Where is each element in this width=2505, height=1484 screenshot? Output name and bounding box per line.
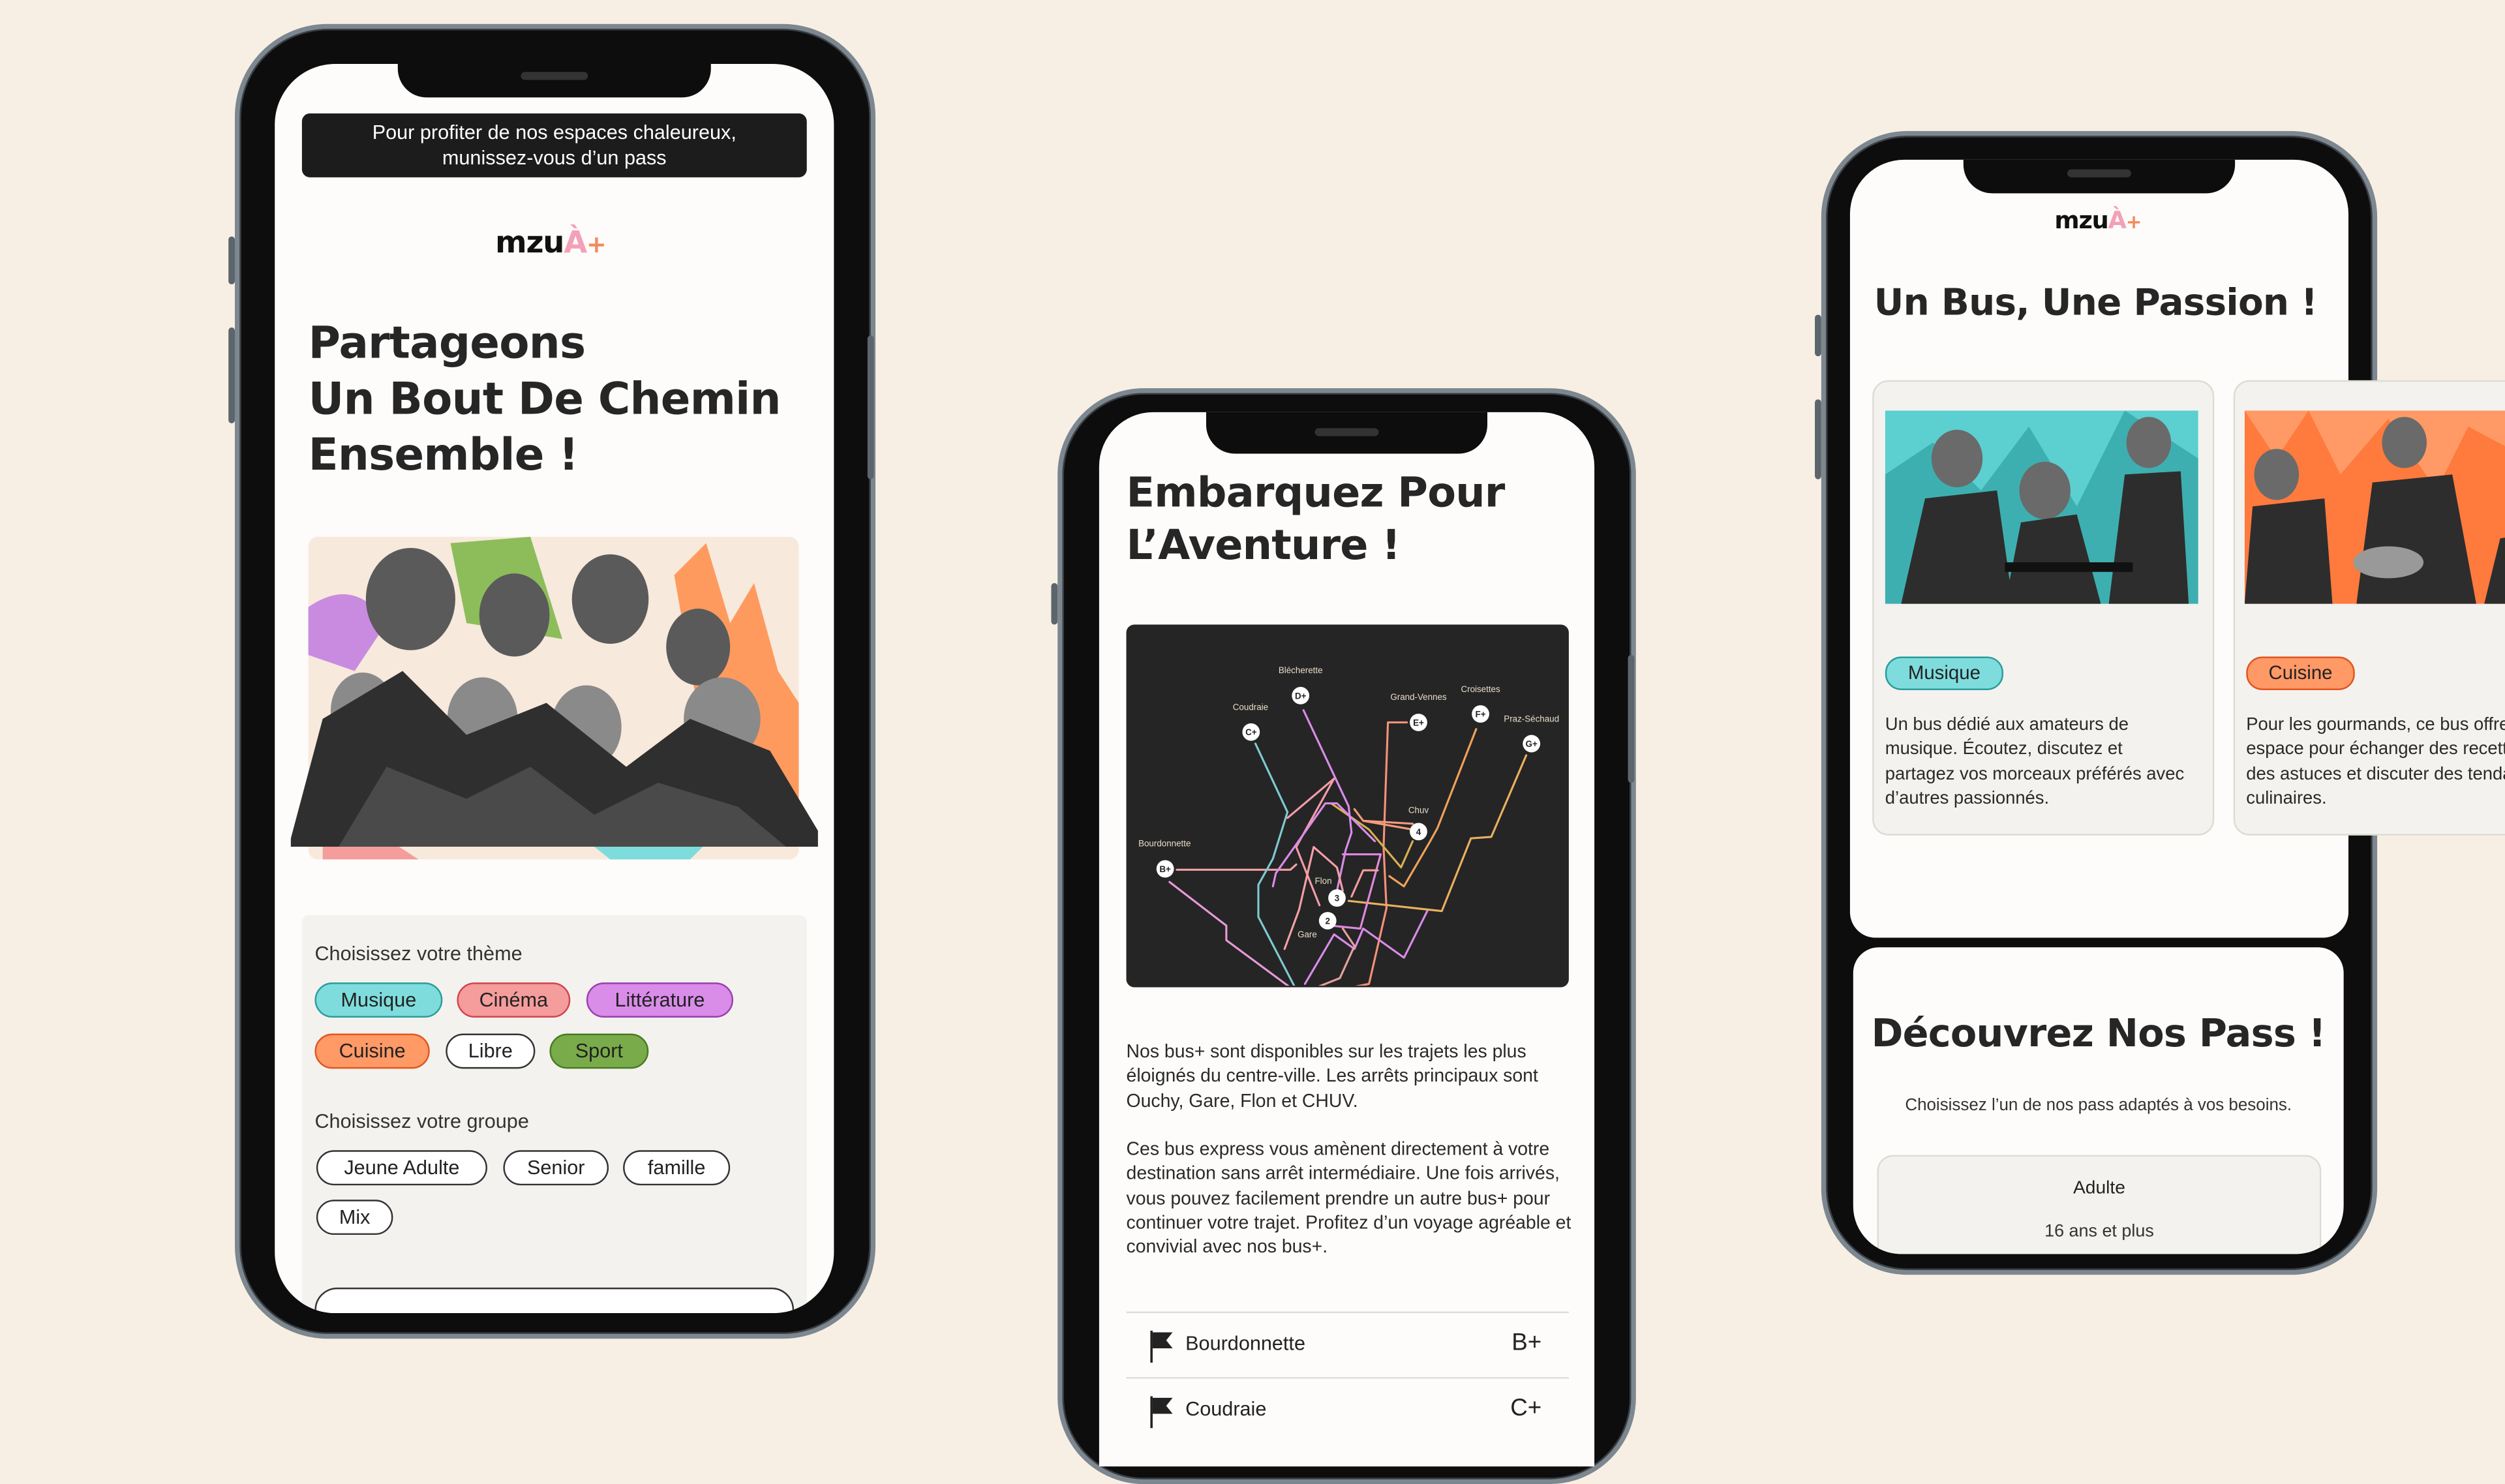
- chip-mix[interactable]: Mix: [316, 1200, 393, 1235]
- intro-paragraph-2: Ces bus express vous amènent directement…: [1126, 1139, 1571, 1258]
- page-title: Un Bus, Une Passion !: [1874, 282, 2318, 325]
- chip-jeune-adulte[interactable]: Jeune Adulte: [316, 1150, 487, 1186]
- side-button: [1051, 583, 1058, 625]
- speaker: [1314, 428, 1379, 436]
- flag-icon: [1150, 1331, 1173, 1363]
- speaker: [2067, 169, 2131, 177]
- line-name: Bourdonnette: [1185, 1332, 1305, 1355]
- title-line: Un Bout De Chemin: [308, 374, 782, 425]
- screen-right-bottom: Découvrez Nos Pass ! Choisissez l’un de …: [1853, 947, 2344, 1254]
- line-code: B+: [1511, 1329, 1542, 1357]
- chip-sport[interactable]: Sport: [549, 1033, 649, 1069]
- partial-input[interactable]: [314, 1287, 795, 1314]
- chip-cinema[interactable]: Cinéma: [457, 982, 571, 1018]
- stop-label: Bourdonnette: [1139, 838, 1191, 848]
- side-button: [1815, 399, 1821, 479]
- pass-banner[interactable]: Pour profiter de nos espaces chaleureux,…: [301, 113, 807, 177]
- chip-famille[interactable]: famille: [623, 1150, 731, 1186]
- chip-cuisine[interactable]: Cuisine: [314, 1033, 430, 1069]
- line-row-bourdonnette[interactable]: Bourdonnette B+: [1127, 1313, 1569, 1377]
- title-line: Ensemble !: [308, 429, 579, 481]
- chip-musique[interactable]: Musique: [314, 982, 443, 1018]
- chip-libre[interactable]: Libre: [446, 1033, 536, 1069]
- logo[interactable]: mzuÀ+: [495, 225, 607, 260]
- tag-cuisine: Cuisine: [2246, 656, 2355, 690]
- mockup-stage: Pour profiter de nos espaces chaleureux,…: [0, 0, 2505, 1484]
- side-button: [1815, 314, 1821, 357]
- stop-code: G+: [1526, 739, 1538, 749]
- banner-line-2: munissez-vous d’un pass: [442, 147, 667, 170]
- stop-code: 4: [1416, 827, 1421, 837]
- theme-card-cuisine[interactable]: Cuisine Pour les gourmands, ce bus offr e…: [2233, 380, 2505, 836]
- stop-label: Gare: [1298, 930, 1318, 939]
- title-line: Partageons: [308, 318, 586, 369]
- pass-section-title: Découvrez Nos Pass !: [1871, 1011, 2326, 1056]
- side-button: [228, 236, 235, 284]
- stop-code: F+: [1476, 709, 1486, 719]
- card-carousel: Musique Un bus dédié aux amateurs de mus…: [1850, 367, 2505, 847]
- side-button: [867, 335, 874, 479]
- stop-label: Croisettes: [1461, 684, 1501, 694]
- stop-code: C+: [1246, 727, 1258, 737]
- stop-code: 3: [1335, 893, 1339, 903]
- banner-line-1: Pour profiter de nos espaces chaleureux,: [372, 121, 736, 144]
- page-title: Embarquez Pour L’Aventure !: [1126, 468, 1506, 574]
- pass-card-adulte[interactable]: Adulte 16 ans et plus: [1877, 1155, 2322, 1254]
- side-button: [228, 327, 235, 423]
- stop-label: Blécherette: [1279, 665, 1324, 675]
- stop-code: E+: [1414, 718, 1425, 727]
- line-name: Coudraie: [1185, 1397, 1267, 1421]
- stop-label: Chuv: [1409, 805, 1430, 815]
- theme-card-musique[interactable]: Musique Un bus dédié aux amateurs de mus…: [1872, 380, 2215, 836]
- title-line: L’Aventure !: [1126, 522, 1401, 571]
- card-description: Un bus dédié aux amateurs de musique. Éc…: [1885, 716, 2185, 808]
- speaker: [521, 72, 588, 80]
- intro-paragraph-1: Nos bus+ sont disponibles sur les trajet…: [1126, 1041, 1538, 1112]
- line-row-coudraie[interactable]: Coudraie C+: [1127, 1378, 1569, 1442]
- stop-code: 2: [1326, 916, 1330, 926]
- stop-label: Coudraie: [1234, 702, 1269, 712]
- notch: [397, 63, 711, 98]
- stop-code: D+: [1296, 691, 1307, 701]
- musique-photo: [1885, 410, 2198, 604]
- side-button: [1628, 655, 1635, 783]
- cuisine-photo: [2244, 410, 2505, 604]
- chip-senior[interactable]: Senior: [503, 1150, 609, 1186]
- stop-label: Praz-Séchaud: [1504, 714, 1560, 723]
- stop-label: Grand-Vennes: [1391, 692, 1448, 702]
- pass-name: Adulte: [2073, 1179, 2125, 1198]
- logo[interactable]: mzuÀ+: [2054, 206, 2142, 235]
- pass-section-subtitle: Choisissez l’un de nos pass adaptés à vo…: [1905, 1096, 2292, 1115]
- hero-group-photo: [290, 536, 818, 860]
- title-line: Embarquez Pour: [1126, 470, 1506, 518]
- chip-litterature[interactable]: Littérature: [586, 982, 734, 1018]
- line-code: C+: [1510, 1394, 1542, 1422]
- flag-icon: [1150, 1396, 1173, 1429]
- tag-musique: Musique: [1885, 656, 2004, 690]
- page-title: Partageons Un Bout De Chemin Ensemble !: [308, 316, 782, 484]
- group-label: Choisissez votre groupe: [314, 1110, 529, 1133]
- stop-code: B+: [1160, 864, 1172, 874]
- stop-label: Flon: [1315, 876, 1332, 886]
- screen-left: Pour profiter de nos espaces chaleureux,…: [275, 63, 834, 1314]
- route-map-diagram: B+ Bourdonnette C+ Coudraie D+ Blécherette E+ G…: [1139, 665, 1560, 985]
- card-description: Pour les gourmands, ce bus offre un espa…: [2246, 716, 2505, 808]
- pass-age: 16 ans et plus: [2044, 1222, 2154, 1241]
- theme-label: Choisissez votre thème: [314, 942, 523, 965]
